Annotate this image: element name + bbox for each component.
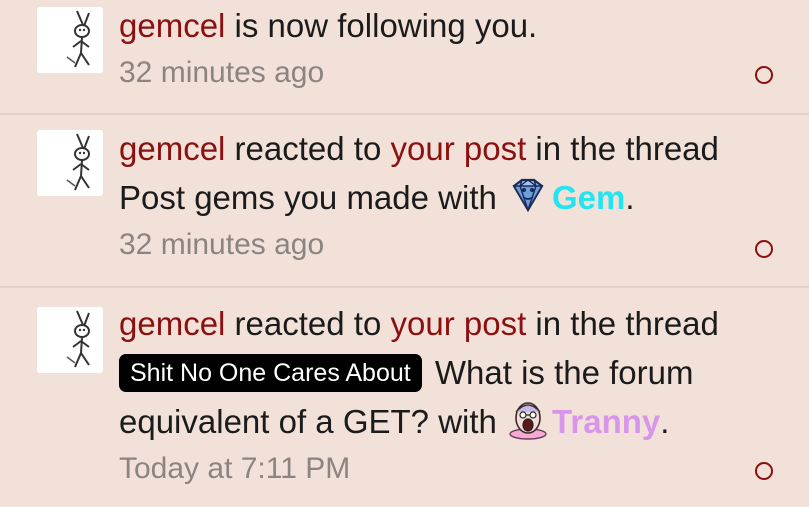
alert-action-text: reacted to: [225, 130, 391, 167]
alert-content: gemcel is now following you. 32 minutes …: [119, 1, 751, 96]
tranny-face-icon: [506, 400, 550, 440]
mark-read-toggle[interactable]: [755, 240, 773, 258]
rabbit-avatar-icon: [37, 7, 103, 73]
alert-action-text: reacted to: [225, 305, 391, 342]
avatar[interactable]: [37, 7, 103, 73]
mark-read-toggle[interactable]: [755, 66, 773, 84]
rabbit-avatar-icon: [37, 307, 103, 373]
alert-end-punct: .: [660, 403, 670, 440]
alert-timestamp: Today at 7:11 PM: [119, 452, 351, 485]
gem-diamond-icon: [506, 176, 550, 216]
avatar[interactable]: [37, 307, 103, 373]
alert-item[interactable]: gemcel is now following you. 32 minutes …: [0, 0, 809, 114]
mark-read-toggle[interactable]: [755, 462, 773, 480]
your-post-link[interactable]: your post: [391, 130, 527, 167]
avatar[interactable]: [37, 130, 103, 196]
alert-username[interactable]: gemcel: [119, 7, 225, 44]
alert-end-punct: .: [625, 179, 635, 216]
alert-action-text: in the thread: [526, 130, 719, 167]
alert-content: gemcel reacted to your post in the threa…: [119, 299, 751, 492]
alert-item[interactable]: gemcel reacted to your post in the threa…: [0, 288, 809, 507]
thread-prefix-badge: Shit No One Cares About: [119, 354, 422, 392]
reaction-name: Tranny: [552, 403, 661, 440]
alert-username[interactable]: gemcel: [119, 305, 225, 342]
alert-item[interactable]: gemcel reacted to your post in the threa…: [0, 115, 809, 287]
thread-title[interactable]: Post gems you made with: [119, 179, 506, 216]
alert-timestamp: 32 minutes ago: [119, 228, 325, 261]
alert-content: gemcel reacted to your post in the threa…: [119, 124, 751, 268]
rabbit-avatar-icon: [37, 130, 103, 196]
alert-username[interactable]: gemcel: [119, 130, 225, 167]
your-post-link[interactable]: your post: [391, 305, 527, 342]
alerts-list: gemcel is now following you. 32 minutes …: [0, 0, 809, 507]
alert-action-text: in the thread: [526, 305, 719, 342]
reaction-name: Gem: [552, 179, 626, 216]
alert-action-text: is now following you.: [225, 7, 538, 44]
alert-timestamp: 32 minutes ago: [119, 56, 325, 89]
